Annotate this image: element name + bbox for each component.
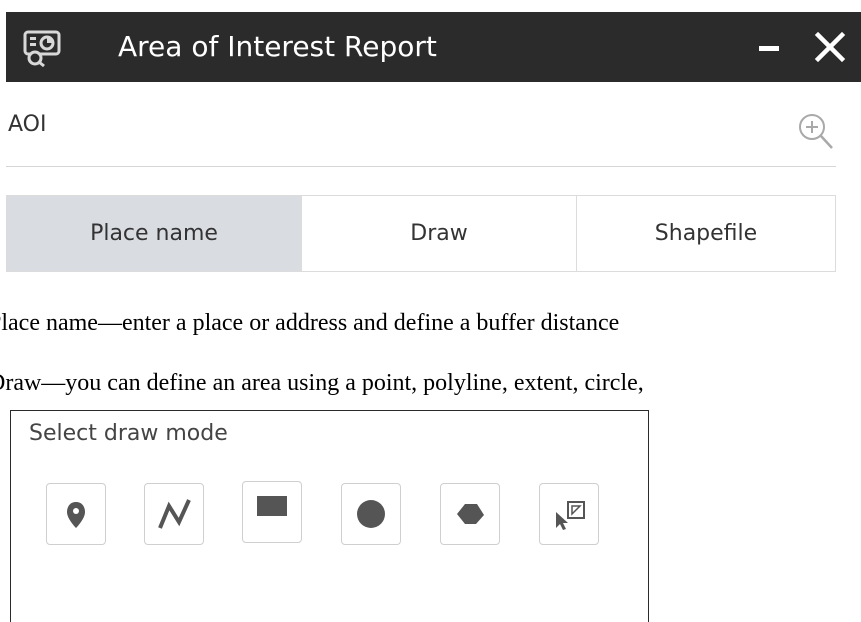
draw-circle-button[interactable] (341, 483, 401, 545)
draw-description: Draw—you can define an area using a poin… (0, 370, 644, 396)
title-bar: Area of Interest Report (6, 12, 861, 82)
aoi-label: AOI (8, 112, 47, 137)
aoi-divider (6, 166, 836, 167)
point-icon (67, 502, 85, 528)
polygon-icon (457, 504, 484, 524)
draw-mode-panel: Select draw mode (10, 410, 649, 622)
draw-mode-title: Select draw mode (29, 421, 228, 446)
close-icon (814, 31, 846, 63)
tab-draw[interactable]: Draw (301, 196, 576, 271)
tab-shapefile[interactable]: Shapefile (576, 196, 835, 271)
tab-place-name[interactable]: Place name (7, 196, 301, 271)
select-feature-icon (556, 501, 585, 530)
report-icon (22, 29, 62, 68)
window-title: Area of Interest Report (118, 30, 437, 63)
zoom-in-icon[interactable] (795, 111, 835, 151)
draw-polyline-button[interactable] (144, 483, 204, 545)
draw-polygon-button[interactable] (440, 483, 500, 545)
circle-icon (357, 500, 385, 528)
polyline-icon (158, 499, 191, 529)
place-name-description: Place name—enter a place or address and … (0, 310, 620, 336)
draw-point-button[interactable] (46, 483, 106, 545)
select-feature-button[interactable] (539, 483, 599, 545)
aoi-tab-bar: Place name Draw Shapefile (6, 195, 836, 272)
draw-extent-button[interactable] (242, 481, 302, 543)
rectangle-icon (257, 496, 287, 516)
close-button[interactable] (811, 28, 849, 66)
minimize-button[interactable] (759, 46, 779, 51)
